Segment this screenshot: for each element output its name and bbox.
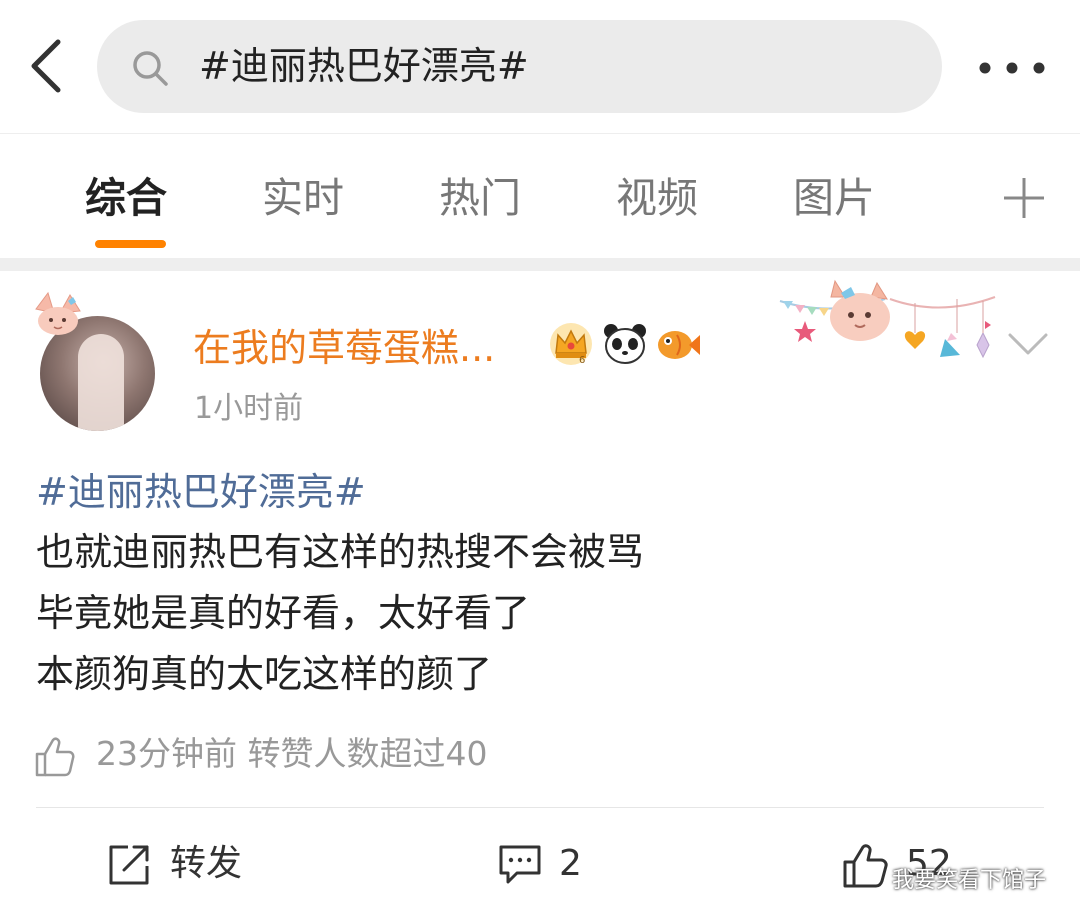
card-decoration-icon (779, 279, 996, 359)
repost-icon (109, 845, 149, 885)
repost-label: 转发 (170, 843, 243, 884)
thumbs-up-icon (843, 844, 888, 888)
tab-video[interactable]: 视频 (616, 170, 698, 226)
back-button[interactable] (22, 36, 72, 96)
top-bar: #迪丽热巴好漂亮# (0, 0, 1080, 132)
more-button[interactable] (972, 46, 1052, 90)
add-tab-button[interactable] (1000, 174, 1048, 222)
comment-button[interactable]: 2 (497, 838, 607, 894)
action-divider (36, 807, 1044, 808)
tab-bar: 综合 实时 热门 视频 图片 (0, 133, 1080, 260)
watermark-text: 我要笑看下馆子 (892, 868, 1047, 893)
active-tab-indicator (95, 240, 166, 248)
search-query-text: #迪丽热巴好漂亮# (199, 44, 529, 88)
more-dots-icon (979, 62, 1045, 74)
tab-hot[interactable]: 热门 (439, 170, 521, 226)
tab-comprehensive[interactable]: 综合 (85, 170, 167, 226)
search-input[interactable]: #迪丽热巴好漂亮# (97, 20, 942, 113)
svg-text:6: 6 (579, 355, 585, 366)
panda-badge-icon (604, 324, 646, 364)
search-icon (133, 51, 168, 86)
post-card: 在我的草莓蛋糕... 6 1小时前 #迪丽热巴好漂亮# 也就迪丽热巴有这样的热搜… (0, 271, 1080, 908)
tab-realtime[interactable]: 实时 (262, 170, 344, 226)
thumbs-up-icon (35, 737, 75, 777)
like-activity-row: 23分钟前 转赞人数超过40 (34, 729, 634, 781)
crown-badge-icon: 6 (550, 323, 592, 366)
post-timestamp: 1小时前 (194, 391, 304, 426)
section-divider (0, 258, 1080, 271)
chevron-left-icon (31, 39, 61, 93)
post-menu-button[interactable] (1006, 329, 1050, 359)
repost-button[interactable]: 转发 (106, 838, 266, 894)
comment-icon (499, 845, 541, 884)
comment-count: 2 (559, 843, 582, 884)
post-text-line: 本颜狗真的太吃这样的颜了 (36, 652, 493, 696)
fox-ear-decoration-icon (35, 291, 81, 335)
post-text-line: 毕竟她是真的好看，太好看了 (36, 591, 531, 635)
like-activity-text: 23分钟前 转赞人数超过40 (96, 734, 488, 773)
tab-images[interactable]: 图片 (793, 170, 875, 226)
avatar[interactable] (30, 291, 162, 431)
plus-icon (1004, 178, 1044, 218)
chevron-down-icon (1008, 333, 1048, 355)
post-text-line: 也就迪丽热巴有这样的热搜不会被骂 (36, 530, 645, 574)
fish-badge-icon (658, 331, 700, 359)
post-hashtag-link[interactable]: #迪丽热巴好漂亮# (36, 466, 366, 518)
username[interactable]: 在我的草莓蛋糕... (193, 321, 495, 375)
